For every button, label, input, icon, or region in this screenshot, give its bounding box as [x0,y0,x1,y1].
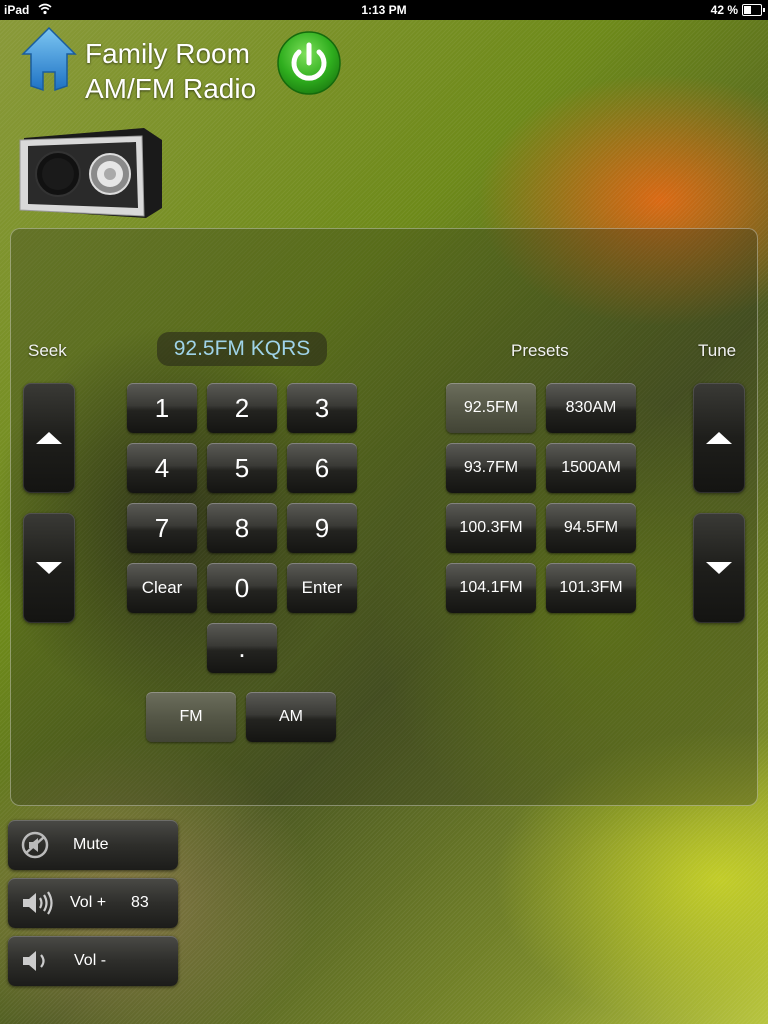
key-2[interactable]: 2 [207,383,277,433]
volume-up-label: Vol + [70,894,107,911]
preset-button[interactable]: 104.1FM [446,563,536,613]
room-name: Family Room [85,38,250,69]
source-name: AM/FM Radio [85,73,257,104]
key-5[interactable]: 5 [207,443,277,493]
preset-button[interactable]: 94.5FM [546,503,636,553]
preset-button[interactable]: 1500AM [546,443,636,493]
seek-up-button[interactable] [23,383,75,493]
radio-icon [19,128,162,218]
station-display: 92.5FM KQRS [157,332,327,366]
key-1[interactable]: 1 [127,383,197,433]
key-6[interactable]: 6 [287,443,357,493]
preset-button[interactable]: 830AM [546,383,636,433]
battery-icon [742,4,765,16]
preset-button[interactable]: 100.3FM [446,503,536,553]
key-8[interactable]: 8 [207,503,277,553]
preset-button[interactable]: 101.3FM [546,563,636,613]
fm-button[interactable]: FM [146,692,236,742]
key-3[interactable]: 3 [287,383,357,433]
seek-down-button[interactable] [23,513,75,623]
page-title: Family Room AM/FM Radio [85,36,256,106]
status-bar: iPad 1:13 PM 42 % [0,0,768,20]
tune-label: Tune [698,341,737,360]
key-9[interactable]: 9 [287,503,357,553]
seek-label: Seek [28,341,67,360]
speaker-icon [23,951,45,971]
tune-down-button[interactable] [693,513,745,623]
decimal-button[interactable]: . [207,623,277,673]
preset-button[interactable]: 93.7FM [446,443,536,493]
key-7[interactable]: 7 [127,503,197,553]
tune-up-button[interactable] [693,383,745,493]
presets-label: Presets [511,341,569,360]
status-time: 1:13 PM [361,3,407,17]
preset-button[interactable]: 92.5FM [446,383,536,433]
power-icon[interactable] [276,30,342,96]
home-icon[interactable] [20,26,78,96]
key-0[interactable]: 0 [207,563,277,613]
battery-percent: 42 % [710,3,738,17]
clear-button[interactable]: Clear [127,563,197,613]
speaker-loud-icon [23,891,53,915]
volume-up-button[interactable]: Vol + 83 [8,878,178,928]
am-button[interactable]: AM [246,692,336,742]
volume-down-button[interactable]: Vol - [8,936,178,986]
volume-level: 83 [131,894,149,911]
enter-button[interactable]: Enter [287,563,357,613]
mute-label: Mute [73,836,109,853]
mute-icon [21,831,49,859]
volume-down-label: Vol - [74,952,107,969]
control-panel [10,228,758,806]
key-4[interactable]: 4 [127,443,197,493]
mute-button[interactable]: Mute [8,820,178,870]
